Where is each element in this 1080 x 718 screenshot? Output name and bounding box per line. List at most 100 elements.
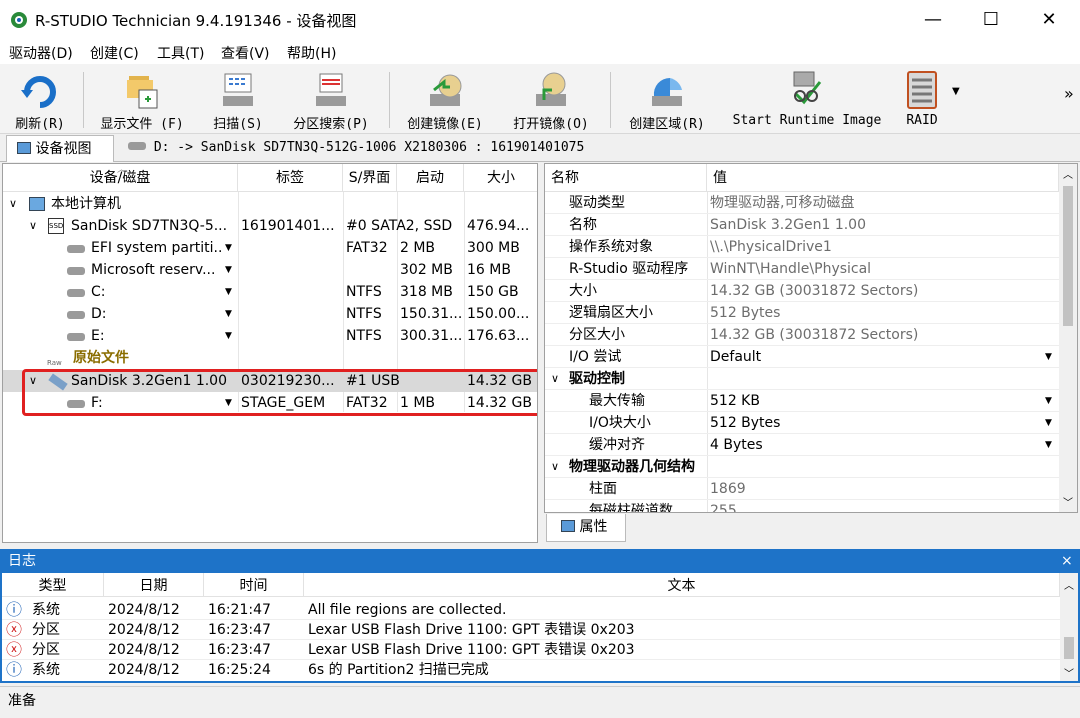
property-row[interactable]: 分区大小 14.32 GB (30031872 Sectors): [545, 324, 1059, 346]
property-row[interactable]: 缓冲对齐 4 Bytes ▼: [545, 434, 1059, 456]
menu-tools[interactable]: 工具(T): [157, 43, 204, 63]
menu-drive[interactable]: 驱动器(D): [9, 43, 73, 63]
tab-device-view[interactable]: 设备视图: [6, 135, 114, 162]
property-group-geometry[interactable]: ∨ 物理驱动器几何结构: [545, 456, 1059, 478]
property-row[interactable]: 名称 SanDisk 3.2Gen1 1.00: [545, 214, 1059, 236]
property-row[interactable]: 逻辑扇区大小 512 Bytes: [545, 302, 1059, 324]
refresh-button[interactable]: 刷新(R): [4, 68, 76, 132]
tab-strip: 设备视图 D: -> SanDisk SD7TN3Q-512G-1006 X21…: [0, 135, 1080, 162]
log-row[interactable]: ⓘ 系统 2024/8/12 16:25:24 6s 的 Partition2 …: [2, 660, 1060, 680]
tree-row-local-computer[interactable]: ∨ 本地计算机: [3, 193, 537, 215]
tab-properties[interactable]: 属性: [546, 514, 626, 542]
create-region-button[interactable]: 创建区域(R): [620, 68, 714, 132]
dropdown-arrow-icon[interactable]: ▼: [225, 303, 232, 325]
property-name: 逻辑扇区大小: [569, 305, 653, 321]
partition-search-button[interactable]: 分区搜索(P): [285, 68, 377, 132]
scan-button[interactable]: 扫描(S): [206, 68, 270, 132]
property-row[interactable]: 大小 14.32 GB (30031872 Sectors): [545, 280, 1059, 302]
tree-item-size: 300 MB: [467, 240, 520, 256]
create-image-button[interactable]: 创建镜像(E): [400, 68, 490, 132]
dropdown-arrow-icon[interactable]: ▼: [225, 325, 232, 347]
tree-row-partition[interactable]: C: ▼ NTFS 318 MB 150 GB: [3, 281, 537, 303]
tree-row-partition[interactable]: Microsoft reserv... ▼ 302 MB 16 MB: [3, 259, 537, 281]
dropdown-arrow-icon[interactable]: ▼: [225, 259, 232, 281]
tree-row-ssd[interactable]: ∨ SSD SanDisk SD7TN3Q-5... 161901401... …: [3, 215, 537, 237]
show-files-label: 显示文件 (F): [100, 117, 184, 132]
dropdown-arrow-icon[interactable]: ▼: [1045, 390, 1052, 412]
property-value: 物理驱动器,可移动磁盘: [710, 195, 855, 211]
tree-item-size: 150.00...: [467, 306, 530, 322]
start-runtime-image-button[interactable]: Start Runtime Image: [726, 68, 888, 130]
dropdown-arrow-icon[interactable]: ▼: [225, 237, 232, 259]
column-header-date[interactable]: 日期: [104, 573, 204, 597]
tree-item-name: EFI system partiti..: [91, 240, 223, 256]
toolbar-overflow-icon[interactable]: »: [1064, 84, 1074, 103]
tree-row-partition[interactable]: D: ▼ NTFS 150.31... 150.00...: [3, 303, 537, 325]
scroll-up-icon[interactable]: ︿: [1063, 166, 1073, 181]
scroll-up-icon[interactable]: ︿: [1064, 577, 1074, 592]
error-icon: ⓧ: [6, 640, 23, 659]
log-row[interactable]: ⓧ 分区 2024/8/12 16:23:47 Lexar USB Flash …: [2, 640, 1060, 660]
menu-create[interactable]: 创建(C): [90, 43, 139, 63]
tree-row-partition[interactable]: E: ▼ NTFS 300.31... 176.63...: [3, 325, 537, 347]
open-image-button[interactable]: 打开镜像(O): [506, 68, 596, 132]
column-header-size[interactable]: 大小: [464, 164, 537, 192]
log-scrollbar[interactable]: ︿ ﹀: [1060, 573, 1078, 681]
open-image-label: 打开镜像(O): [513, 117, 589, 132]
property-row[interactable]: R-Studio 驱动程序 WinNT\Handle\Physical: [545, 258, 1059, 280]
close-button[interactable]: ✕: [1020, 0, 1078, 40]
log-row[interactable]: ⓘ 系统 2024/8/12 16:21:47 All file regions…: [2, 600, 1060, 620]
property-row-io-retries[interactable]: I/O 尝试 Default ▼: [545, 346, 1059, 368]
property-row[interactable]: 驱动类型 物理驱动器,可移动磁盘: [545, 192, 1059, 214]
property-row[interactable]: 操作系统对象 \\.\PhysicalDrive1: [545, 236, 1059, 258]
property-row[interactable]: 最大传输 512 KB ▼: [545, 390, 1059, 412]
tree-row-partition[interactable]: EFI system partiti.. ▼ FAT32 2 MB 300 MB: [3, 237, 537, 259]
dropdown-arrow-icon[interactable]: ▼: [1045, 346, 1052, 368]
column-header-value[interactable]: 值: [707, 164, 1059, 192]
property-row[interactable]: 每磁柱磁道数 255: [545, 500, 1059, 513]
raid-button[interactable]: RAID: [898, 68, 946, 130]
dropdown-arrow-icon[interactable]: ▼: [1045, 434, 1052, 456]
column-header-time[interactable]: 时间: [204, 573, 304, 597]
menu-help[interactable]: 帮助(H): [287, 43, 336, 63]
log-row[interactable]: ⓧ 分区 2024/8/12 16:23:47 Lexar USB Flash …: [2, 620, 1060, 640]
show-files-button[interactable]: 显示文件 (F): [92, 68, 192, 132]
column-header-name[interactable]: 名称: [545, 164, 707, 192]
raid-dropdown-icon[interactable]: ▼: [952, 86, 960, 97]
expand-chevron-icon[interactable]: ∨: [9, 193, 17, 215]
create-image-label: 创建镜像(E): [407, 117, 483, 132]
property-group-drive-control[interactable]: ∨ 驱动控制: [545, 368, 1059, 390]
device-view-icon: [17, 142, 31, 154]
maximize-button[interactable]: ☐: [962, 0, 1020, 40]
collapse-chevron-icon[interactable]: ∨: [551, 456, 559, 478]
minimize-button[interactable]: —: [904, 0, 962, 40]
tree-item-size: 16 MB: [467, 262, 511, 278]
column-header-type[interactable]: 类型: [2, 573, 104, 597]
log-time: 16:23:47: [208, 622, 271, 638]
tree-row-raw-files[interactable]: Raw 原始文件: [3, 347, 537, 369]
column-header-fs[interactable]: S/界面: [343, 164, 397, 192]
log-close-icon[interactable]: ×: [1061, 549, 1073, 573]
properties-scrollbar[interactable]: ︿ ﹀: [1059, 164, 1077, 512]
app-logo-icon: [11, 12, 27, 28]
partition-icon: [67, 245, 85, 253]
tab-path[interactable]: D: -> SanDisk SD7TN3Q-512G-1006 X2180306…: [128, 135, 584, 162]
property-row[interactable]: 柱面 1869: [545, 478, 1059, 500]
menu-view[interactable]: 查看(V): [221, 43, 270, 63]
column-header-text[interactable]: 文本: [304, 573, 1060, 597]
scroll-down-icon[interactable]: ﹀: [1063, 494, 1073, 509]
scroll-down-icon[interactable]: ﹀: [1064, 665, 1074, 680]
scroll-thumb[interactable]: [1064, 637, 1074, 659]
property-value: SanDisk 3.2Gen1 1.00: [710, 217, 866, 233]
scroll-thumb[interactable]: [1063, 186, 1073, 326]
column-header-start[interactable]: 启动: [397, 164, 464, 192]
column-header-label[interactable]: 标签: [238, 164, 343, 192]
collapse-chevron-icon[interactable]: ∨: [551, 368, 559, 390]
property-name: 每磁柱磁道数: [589, 503, 673, 513]
property-row[interactable]: I/O块大小 512 Bytes ▼: [545, 412, 1059, 434]
close-icon: ✕: [1041, 9, 1057, 30]
dropdown-arrow-icon[interactable]: ▼: [1045, 412, 1052, 434]
expand-chevron-icon[interactable]: ∨: [29, 215, 37, 237]
tree-item-start: 300.31...: [400, 328, 462, 344]
dropdown-arrow-icon[interactable]: ▼: [225, 281, 232, 303]
